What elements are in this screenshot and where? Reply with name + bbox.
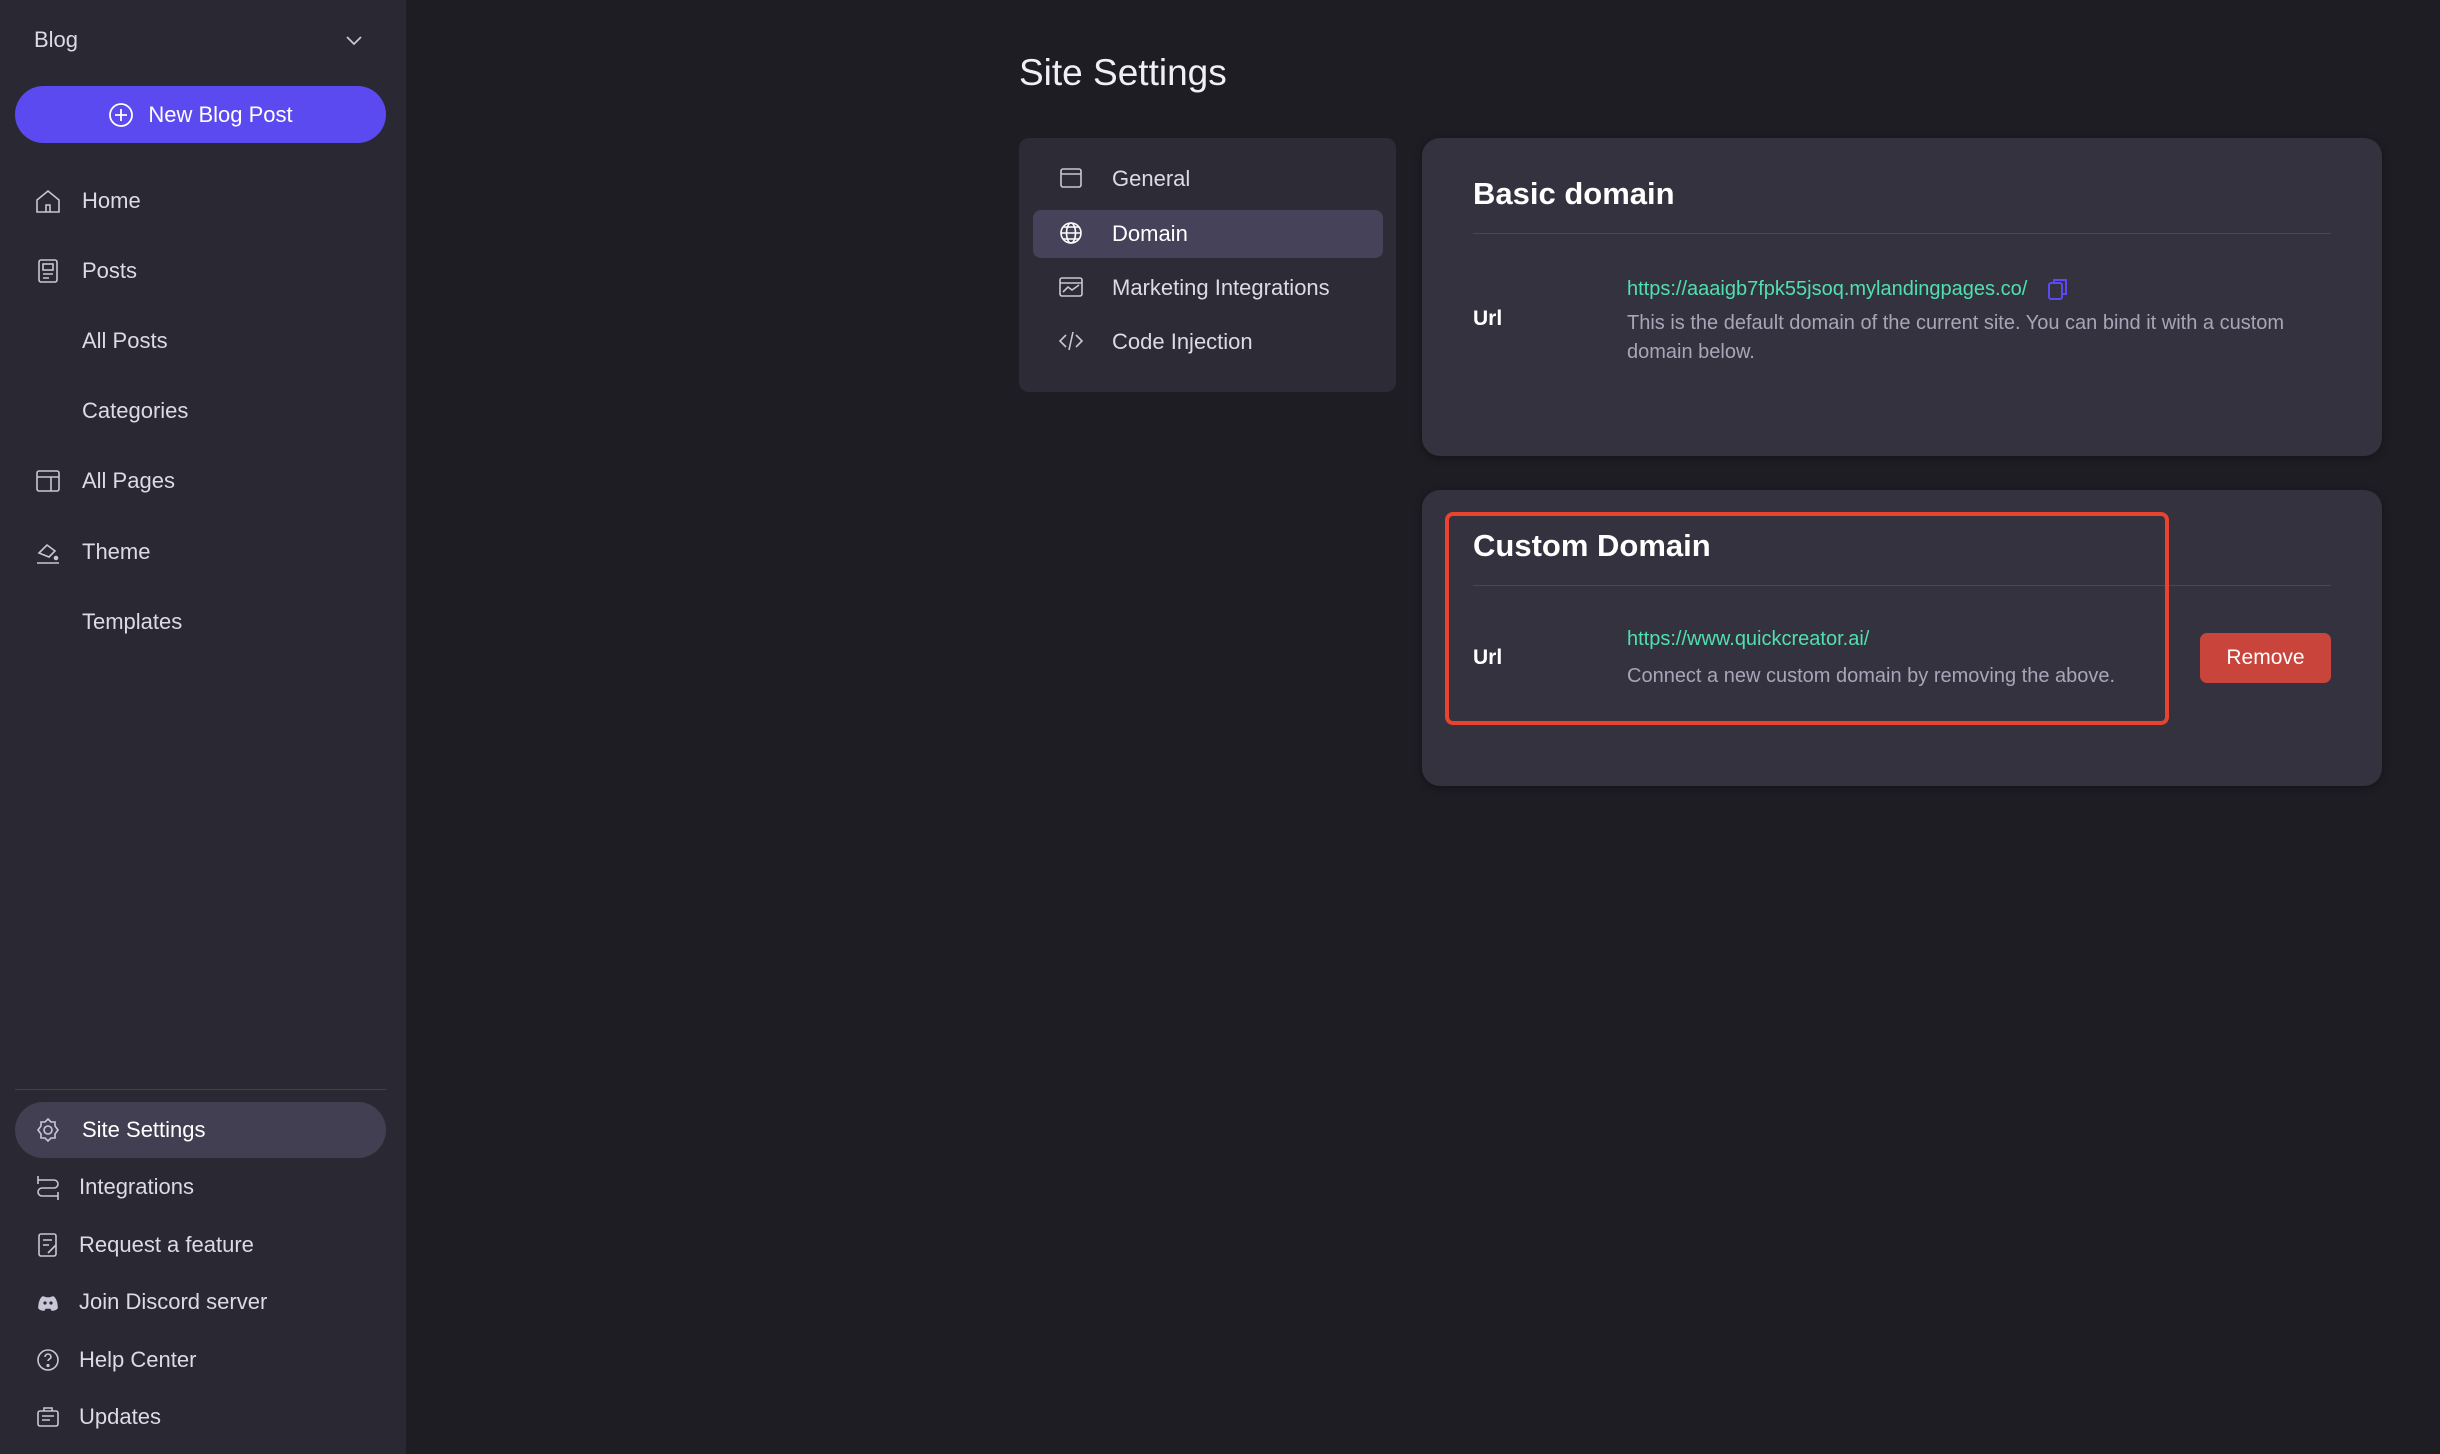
card-divider [1473,233,2331,234]
browser-icon [1057,164,1087,194]
sidebar-item-updates[interactable]: Updates [0,1387,406,1447]
pages-icon [32,465,64,497]
sidebar-item-label: Request a feature [79,1232,254,1257]
sidebar-item-label: Categories [82,398,189,423]
sidebar-item-categories[interactable]: Categories [0,381,406,441]
chevron-down-icon[interactable] [344,33,364,47]
sidebar: Blog New Blog Post Home Posts All Posts … [0,0,406,1454]
sidebar-item-templates[interactable]: Templates [0,592,406,652]
settings-nav: General Domain Marketing Integrations Co… [1019,138,1396,392]
settings-tab-general[interactable]: General [1033,155,1383,203]
basic-domain-card: Basic domain Url https://aaaigb7fpk55jso… [1422,138,2382,456]
sidebar-item-theme[interactable]: Theme [0,522,406,582]
sidebar-item-all-pages[interactable]: All Pages [0,451,406,511]
sidebar-item-label: Join Discord server [79,1289,268,1314]
sidebar-item-label: All Pages [82,468,175,493]
sidebar-item-help-center[interactable]: Help Center [0,1330,406,1390]
help-icon [32,1344,64,1376]
plus-circle-icon [109,102,134,127]
sidebar-item-label: Updates [79,1404,161,1429]
workspace-name: Blog [34,27,79,52]
gear-icon [32,1114,64,1146]
sidebar-item-integrations[interactable]: Integrations [0,1157,406,1217]
sidebar-item-home[interactable]: Home [0,171,406,231]
marketing-icon [1057,273,1087,303]
code-icon [1057,327,1087,357]
sidebar-item-label: Posts [82,258,138,283]
sidebar-item-label: Integrations [79,1174,194,1199]
globe-icon [1057,219,1087,249]
settings-tab-label: Code Injection [1112,329,1253,354]
sidebar-item-label: All Posts [82,328,168,353]
home-icon [32,185,64,217]
new-blog-post-button[interactable]: New Blog Post [15,86,386,143]
theme-icon [32,536,64,568]
basic-domain-description: This is the default domain of the curren… [1627,312,2285,363]
settings-tab-domain[interactable]: Domain [1033,210,1383,258]
discord-icon [32,1286,64,1318]
settings-tab-label: Domain [1112,221,1188,246]
settings-tab-label: Marketing Integrations [1112,275,1330,300]
sidebar-item-posts[interactable]: Posts [0,241,406,301]
copy-icon[interactable] [2047,277,2069,301]
settings-tab-marketing-integrations[interactable]: Marketing Integrations [1033,264,1383,312]
sidebar-item-site-settings[interactable]: Site Settings [15,1102,386,1158]
sidebar-item-label: Site Settings [82,1117,206,1142]
sidebar-divider [15,1089,386,1090]
settings-tab-code-injection[interactable]: Code Injection [1033,318,1383,366]
request-icon [32,1229,64,1261]
basic-domain-link[interactable]: https://aaaigb7fpk55jsoq.mylandingpages.… [1627,278,2027,301]
posts-icon [32,255,64,287]
sidebar-item-label: Theme [82,539,151,564]
updates-icon [32,1401,64,1433]
remove-domain-button[interactable]: Remove [2200,633,2331,683]
sidebar-item-label: Templates [82,609,183,634]
sidebar-item-request-feature[interactable]: Request a feature [0,1215,406,1275]
url-label: Url [1473,307,1503,330]
sidebar-item-label: Home [82,188,141,213]
integrations-icon [32,1171,64,1203]
sidebar-item-discord[interactable]: Join Discord server [0,1272,406,1332]
workspace-selector[interactable]: Blog [34,27,78,53]
settings-tab-label: General [1112,166,1191,191]
highlight-box [1445,512,2169,725]
new-blog-post-label: New Blog Post [148,101,293,127]
sidebar-item-label: Help Center [79,1347,197,1372]
sidebar-item-all-posts[interactable]: All Posts [0,311,406,371]
page-title: Site Settings [1019,52,1227,93]
basic-domain-title: Basic domain [1473,176,1675,211]
